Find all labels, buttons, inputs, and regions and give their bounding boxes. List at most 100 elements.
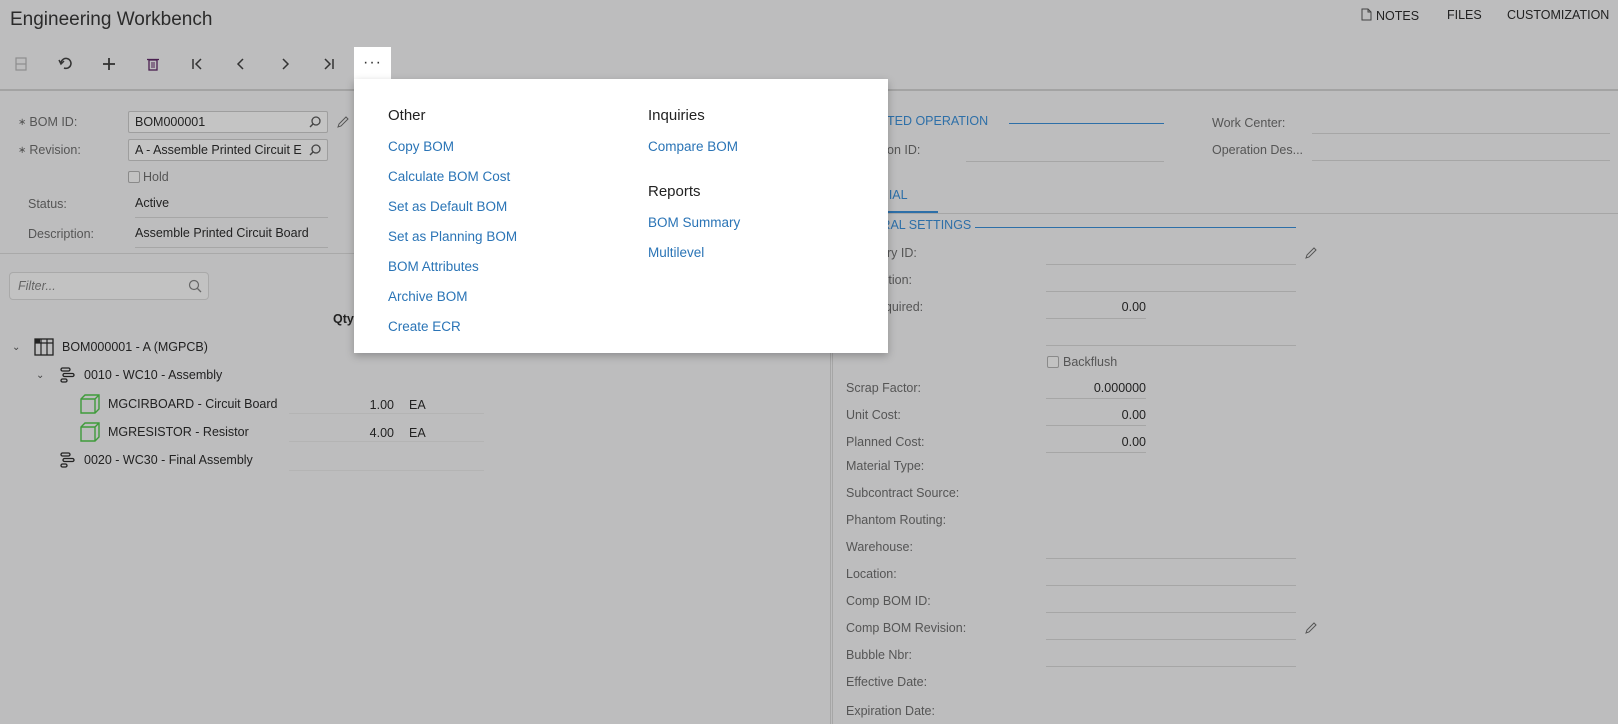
more-actions-menu: Other Copy BOM Calculate BOM Cost Set as… [354,79,888,353]
next-icon [282,58,290,70]
work-center-label: Work Center: [1212,116,1286,130]
first-icon [192,58,202,70]
tree-row-uom: EA [409,426,426,440]
page-title: Engineering Workbench [10,9,213,30]
scrap-factor-value[interactable]: 0.000000 [1046,381,1146,395]
menu-item-multilevel[interactable]: Multilevel [648,245,704,260]
row-divider [289,470,484,471]
bubble-nbr-field[interactable] [1046,666,1296,667]
next-record-button[interactable] [267,47,303,81]
comp-bom-id-field[interactable] [1046,612,1296,613]
material-description-field[interactable] [1046,291,1296,292]
description-value[interactable]: Assemble Printed Circuit Board [135,226,328,248]
save-button[interactable] [3,47,39,81]
revision-field[interactable]: A - Assemble Printed Circuit E [128,139,328,161]
tree-filter-input[interactable]: Filter... [9,272,209,300]
menu-item-set-planning-bom[interactable]: Set as Planning BOM [388,229,517,244]
hold-checkbox[interactable]: Hold [128,170,169,184]
warehouse-field[interactable] [1046,558,1296,559]
menu-item-compare-bom[interactable]: Compare BOM [648,139,738,154]
material-box-icon [80,422,100,442]
work-center-field[interactable] [1312,133,1610,134]
filter-placeholder: Filter... [18,279,56,293]
planned-cost-value[interactable]: 0.00 [1046,435,1146,449]
bom-table-icon [34,338,54,356]
undo-button[interactable] [47,47,83,81]
menu-item-copy-bom[interactable]: Copy BOM [388,139,454,154]
customization-link[interactable]: CUSTOMIZATION [1507,8,1609,22]
operation-id-field[interactable] [966,161,1164,162]
search-icon[interactable] [308,115,322,129]
menu-item-archive-bom[interactable]: Archive BOM [388,289,468,304]
notes-label: NOTES [1376,9,1420,23]
section-rule [975,227,1296,228]
planned-cost-label: Planned Cost: [846,435,925,449]
menu-section-inquiries: Inquiries [648,107,705,124]
operation-icon [60,367,75,383]
status-value: Active [135,196,328,218]
tree-row[interactable]: 0020 - WC30 - Final Assembly [58,451,253,469]
hold-checkbox-box[interactable] [128,171,140,183]
section-rule [1009,123,1164,124]
menu-item-set-default-bom[interactable]: Set as Default BOM [388,199,507,214]
operation-icon [60,452,75,468]
tree-row[interactable]: ⌄ 0010 - WC10 - Assembly [36,366,222,384]
expiration-date-label: Expiration Date: [846,704,935,718]
menu-item-calculate-bom-cost[interactable]: Calculate BOM Cost [388,169,510,184]
qty-required-value[interactable]: 0.00 [1046,300,1146,314]
tree-row[interactable]: MGRESISTOR - Resistor [80,422,249,442]
more-actions-button[interactable]: ··· [354,47,391,79]
bom-id-label: BOM ID: [18,115,77,129]
first-record-button[interactable] [179,47,215,81]
row-divider [289,441,484,442]
operation-description-field[interactable] [1312,160,1610,161]
hold-label: Hold [143,170,169,184]
tree-row-label: 0020 - WC30 - Final Assembly [84,453,253,467]
phantom-routing-label: Phantom Routing: [846,513,947,527]
undo-icon [58,57,72,70]
bom-id-value: BOM000001 [135,115,206,129]
location-label: Location: [846,567,897,581]
backflush-checkbox[interactable]: Backflush [1047,355,1117,369]
search-icon[interactable] [308,143,322,157]
menu-item-bom-summary[interactable]: BOM Summary [648,215,740,230]
tree-row[interactable]: MGCIRBOARD - Circuit Board [80,394,277,414]
tree-row[interactable]: ⌄ BOM000001 - A (MGPCB) [12,338,208,356]
search-icon [188,279,202,293]
qty-column-header: Qty [333,312,354,326]
last-record-button[interactable] [311,47,347,81]
notes-link[interactable]: NOTES [1361,8,1419,24]
previous-icon [236,58,244,70]
collapse-chevron-icon[interactable]: ⌄ [36,370,58,381]
comp-bom-revision-field[interactable] [1046,639,1296,640]
files-link[interactable]: FILES [1447,8,1482,22]
delete-button[interactable] [135,47,171,81]
tree-row-label: 0010 - WC10 - Assembly [84,368,223,382]
previous-record-button[interactable] [223,47,259,81]
inventory-id-field[interactable] [1046,264,1296,265]
save-icon [15,57,27,71]
edit-pencil-icon[interactable] [1304,246,1318,260]
menu-item-create-ecr[interactable]: Create ECR [388,319,461,334]
location-field[interactable] [1046,585,1296,586]
backflush-checkbox-box[interactable] [1047,356,1059,368]
tree-row-uom: EA [409,398,426,412]
revision-label: Revision: [18,143,80,157]
uom-field[interactable] [1046,345,1296,346]
menu-item-bom-attributes[interactable]: BOM Attributes [388,259,479,274]
row-divider [289,413,484,414]
bom-id-field[interactable]: BOM000001 [128,111,328,133]
menu-section-other: Other [388,107,426,124]
tree-row-label: BOM000001 - A (MGPCB) [62,340,208,354]
edit-pencil-icon[interactable] [336,115,350,129]
warehouse-label: Warehouse: [846,540,913,554]
collapse-chevron-icon[interactable]: ⌄ [12,342,34,353]
unit-cost-value[interactable]: 0.00 [1046,408,1146,422]
material-type-label: Material Type: [846,459,925,473]
unit-cost-underline [1046,425,1146,426]
planned-cost-underline [1046,452,1146,453]
edit-pencil-icon[interactable] [1304,621,1318,635]
tree-row-qty: 1.00 [369,398,394,412]
status-label: Status: [28,197,67,211]
add-button[interactable] [91,47,127,81]
